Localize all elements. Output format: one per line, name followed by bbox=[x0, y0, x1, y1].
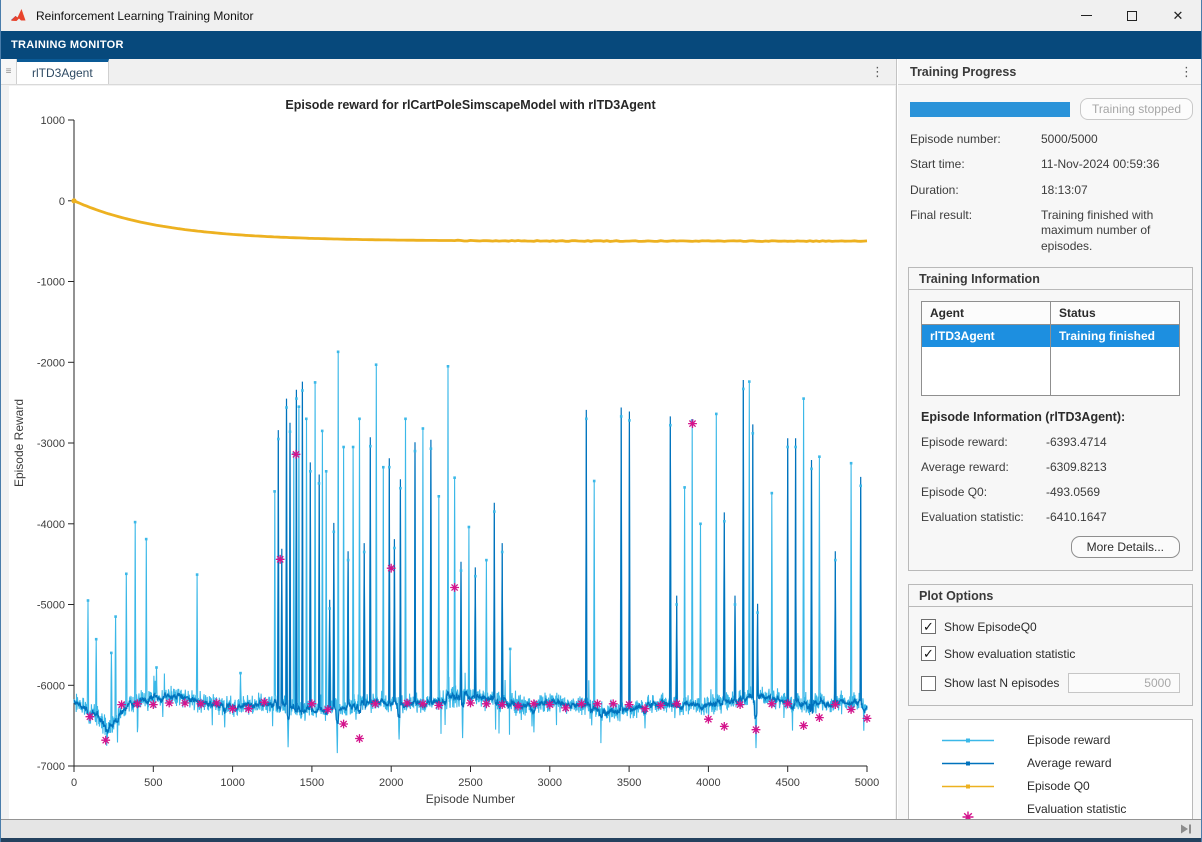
close-button[interactable]: ✕ bbox=[1155, 0, 1201, 31]
column-header-status: Status bbox=[1051, 302, 1179, 324]
last-n-episodes-input[interactable] bbox=[1068, 673, 1180, 693]
episode-q0-row: Episode Q0: -493.0569 bbox=[921, 474, 1180, 499]
status-cell: Training finished bbox=[1051, 325, 1179, 347]
episode-q0-value: -493.0569 bbox=[1046, 485, 1100, 499]
svg-text:5000: 5000 bbox=[855, 777, 879, 789]
final-result-row: Final result: Training finished with max… bbox=[910, 198, 1191, 254]
panel-header: Training Progress ⋮ bbox=[898, 59, 1202, 85]
progress-fill bbox=[910, 102, 1070, 117]
evaluation-statistic-value: -6410.1647 bbox=[1046, 510, 1107, 524]
start-time-value: 11-Nov-2024 00:59:36 bbox=[1041, 157, 1191, 172]
average-reward-line-icon bbox=[909, 759, 1027, 768]
app-window: Reinforcement Learning Training Monitor … bbox=[0, 0, 1202, 842]
svg-text:0: 0 bbox=[59, 196, 65, 208]
svg-text:-2000: -2000 bbox=[37, 357, 65, 369]
svg-text:4500: 4500 bbox=[775, 777, 799, 789]
show-last-n-episodes-option: Show last N episodes bbox=[921, 661, 1180, 693]
more-details-button[interactable]: More Details... bbox=[1071, 536, 1180, 558]
svg-text:-1000: -1000 bbox=[37, 277, 65, 289]
episode-reward-value: -6393.4714 bbox=[1046, 435, 1107, 449]
svg-text:3500: 3500 bbox=[617, 777, 641, 789]
svg-text:-7000: -7000 bbox=[37, 761, 65, 773]
svg-text:-6000: -6000 bbox=[37, 680, 65, 692]
training-progress-bar bbox=[910, 102, 1070, 117]
document-tab-strip: ≡ rlTD3Agent ⋮ bbox=[1, 59, 896, 85]
svg-text:3000: 3000 bbox=[538, 777, 562, 789]
tab-rltd3agent[interactable]: rlTD3Agent bbox=[17, 59, 109, 84]
close-icon: ✕ bbox=[1173, 9, 1184, 22]
show-episodeq0-checkbox[interactable]: ✓ bbox=[921, 619, 936, 634]
skip-to-end-icon[interactable] bbox=[1180, 824, 1193, 834]
average-reward-row: Average reward: -6309.8213 bbox=[921, 449, 1180, 474]
svg-text:-4000: -4000 bbox=[37, 519, 65, 531]
agent-status-table: Agent Status rlTD3Agent Training finishe… bbox=[921, 301, 1180, 396]
ribbon-toolstrip: TRAINING MONITOR bbox=[1, 31, 1201, 59]
window-frame-bottom bbox=[1, 838, 1201, 842]
tab-strip-menu-icon[interactable]: ⋮ bbox=[871, 59, 884, 84]
maximize-icon bbox=[1127, 11, 1137, 21]
show-evaluation-statistic-checkbox[interactable]: ✓ bbox=[921, 646, 936, 661]
svg-text:1000: 1000 bbox=[220, 777, 244, 789]
window-title: Reinforcement Learning Training Monitor bbox=[36, 9, 253, 23]
agent-cell: rlTD3Agent bbox=[922, 325, 1051, 347]
show-last-n-episodes-checkbox[interactable] bbox=[921, 676, 936, 691]
svg-text:-3000: -3000 bbox=[37, 438, 65, 450]
training-information-title: Training Information bbox=[909, 268, 1192, 290]
final-result-value: Training finished with maximum number of… bbox=[1041, 208, 1191, 254]
average-reward-value: -6309.8213 bbox=[1046, 460, 1107, 474]
panel-title: Training Progress bbox=[910, 65, 1016, 79]
svg-text:2000: 2000 bbox=[379, 777, 403, 789]
tab-label: rlTD3Agent bbox=[32, 66, 93, 80]
column-header-agent: Agent bbox=[922, 302, 1051, 324]
training-plot: Episode reward for rlCartPoleSimscapeMod… bbox=[9, 86, 895, 819]
legend-episode-q0: Episode Q0 bbox=[909, 775, 1192, 798]
document-area: ≡ rlTD3Agent ⋮ Episode reward for rlCart… bbox=[1, 59, 897, 819]
training-information-section: Training Information Agent Status rlTD3A… bbox=[908, 267, 1193, 571]
episode-q0-line-icon bbox=[909, 782, 1027, 791]
panel-menu-icon[interactable]: ⋮ bbox=[1180, 64, 1193, 80]
svg-text:4000: 4000 bbox=[696, 777, 720, 789]
progress-info: Episode number: 5000/5000 Start time: 11… bbox=[910, 122, 1191, 254]
table-empty-row bbox=[922, 347, 1179, 395]
episode-reward-row: Episode reward: -6393.4714 bbox=[921, 424, 1180, 449]
duration-value: 18:13:07 bbox=[1041, 183, 1191, 198]
figure-area: Episode reward for rlCartPoleSimscapeMod… bbox=[9, 86, 895, 819]
svg-text:-5000: -5000 bbox=[37, 600, 65, 612]
minimize-icon bbox=[1081, 15, 1092, 16]
svg-text:2500: 2500 bbox=[458, 777, 482, 789]
svg-text:0: 0 bbox=[71, 777, 77, 789]
tab-strip-grip-icon[interactable]: ≡ bbox=[1, 59, 17, 84]
svg-text:Episode Reward: Episode Reward bbox=[12, 399, 26, 487]
svg-text:1500: 1500 bbox=[300, 777, 324, 789]
table-row-selected[interactable]: rlTD3Agent Training finished bbox=[922, 325, 1179, 347]
episode-number-value: 5000/5000 bbox=[1041, 132, 1191, 147]
status-bar bbox=[1, 819, 1201, 838]
duration-row: Duration: 18:13:07 bbox=[910, 173, 1191, 198]
matlab-logo-icon bbox=[11, 8, 28, 23]
legend-episode-reward: Episode reward bbox=[909, 729, 1192, 752]
episode-number-row: Episode number: 5000/5000 bbox=[910, 122, 1191, 147]
plot-options-title: Plot Options bbox=[909, 585, 1192, 607]
episode-information-title: Episode Information (rlTD3Agent): bbox=[921, 410, 1180, 424]
ribbon-tab-training-monitor[interactable]: TRAINING MONITOR bbox=[1, 39, 124, 51]
title-bar: Reinforcement Learning Training Monitor … bbox=[1, 0, 1201, 31]
episode-reward-line-icon bbox=[909, 736, 1027, 745]
maximize-button[interactable] bbox=[1109, 0, 1155, 31]
plot-options-section: Plot Options ✓ Show EpisodeQ0 ✓ Show eva… bbox=[908, 584, 1193, 706]
show-episodeq0-option: ✓ Show EpisodeQ0 bbox=[921, 615, 1180, 634]
show-evaluation-statistic-option: ✓ Show evaluation statistic bbox=[921, 634, 1180, 661]
evaluation-statistic-row: Evaluation statistic: -6410.1647 bbox=[921, 499, 1180, 524]
svg-text:500: 500 bbox=[144, 777, 162, 789]
training-stopped-button[interactable]: Training stopped bbox=[1080, 98, 1193, 120]
training-progress-panel: Training Progress ⋮ Training stopped Epi… bbox=[898, 59, 1202, 819]
minimize-button[interactable] bbox=[1063, 0, 1109, 31]
start-time-row: Start time: 11-Nov-2024 00:59:36 bbox=[910, 147, 1191, 172]
table-header-row: Agent Status bbox=[922, 302, 1179, 325]
svg-text:1000: 1000 bbox=[41, 115, 65, 127]
legend-average-reward: Average reward bbox=[909, 752, 1192, 775]
svg-text:Episode reward for rlCartPoleS: Episode reward for rlCartPoleSimscapeMod… bbox=[285, 98, 656, 112]
svg-text:Episode Number: Episode Number bbox=[426, 792, 515, 806]
